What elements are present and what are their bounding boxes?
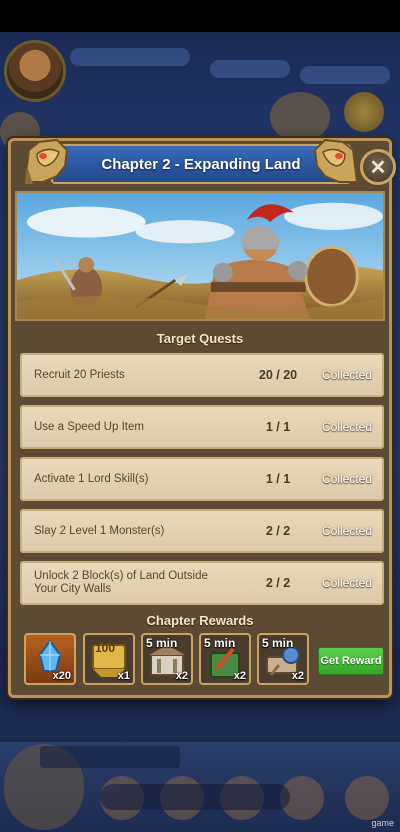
reward-label: 5 min — [204, 636, 236, 650]
close-icon: ✕ — [369, 156, 387, 179]
corner-tag: game — [371, 818, 394, 828]
get-reward-button[interactable]: Get Reward — [318, 647, 384, 675]
quest-row: Unlock 2 Block(s) of Land Outside Your C… — [20, 561, 384, 605]
lion-crest-icon — [313, 138, 359, 183]
reward-item[interactable]: 100 x1 — [83, 633, 135, 685]
quest-progress: 1 / 1 — [265, 420, 291, 434]
reward-count: x2 — [233, 670, 246, 682]
quest-row: Recruit 20 Priests 20 / 20 Collected — [20, 353, 384, 397]
quest-name: Unlock 2 Block(s) of Land Outside Your C… — [34, 570, 208, 595]
coin-icon — [344, 92, 384, 132]
chapter-dialog: Chapter 2 - Expanding Land ✕ Target Ques… — [8, 138, 396, 698]
title-banner: Chapter 2 - Expanding Land — [51, 144, 351, 184]
lion-crest-icon — [23, 138, 69, 184]
reward-label: 100 — [95, 641, 116, 655]
quest-status: Collected — [321, 524, 373, 538]
quest-row: Use a Speed Up Item 1 / 1 Collected — [20, 405, 384, 449]
reward-item[interactable]: x20 — [24, 633, 76, 685]
rewards-heading: Chapter Rewards — [146, 613, 254, 628]
reward-item[interactable]: 5 min x2 — [141, 633, 193, 685]
quest-name: Slay 2 Level 1 Monster(s) — [34, 524, 165, 537]
quest-status: Collected — [321, 576, 373, 590]
quest-status: Collected — [321, 420, 373, 434]
quest-row: Activate 1 Lord Skill(s) 1 / 1 Collected — [20, 457, 384, 501]
quest-progress: 1 / 1 — [265, 472, 291, 486]
reward-label: 5 min — [262, 636, 294, 650]
quest-progress: 2 / 2 — [265, 524, 291, 538]
player-avatar — [4, 40, 66, 102]
quest-name: Use a Speed Up Item — [34, 420, 144, 433]
dock-button — [345, 776, 389, 820]
reward-item[interactable]: 5 min x2 — [199, 633, 251, 685]
quest-name: Recruit 20 Priests — [34, 368, 125, 381]
hud-bar-top-right — [210, 60, 290, 78]
reward-count: x1 — [117, 670, 130, 682]
reward-count: x20 — [52, 670, 71, 682]
quest-progress: 20 / 20 — [258, 368, 298, 382]
chapter-artwork — [15, 191, 385, 321]
hud-bar-resource — [300, 66, 390, 84]
bg-decoration — [270, 92, 330, 142]
quest-name: Activate 1 Lord Skill(s) — [34, 472, 149, 485]
reward-item[interactable]: 5 min x2 — [257, 633, 309, 685]
quest-status: Collected — [321, 472, 373, 486]
quests-heading: Target Quests — [156, 331, 244, 346]
quest-status: Collected — [321, 368, 373, 382]
reward-count: x2 — [175, 670, 188, 682]
close-button[interactable]: ✕ — [360, 149, 396, 185]
quest-tip — [40, 746, 180, 768]
chat-bar — [100, 784, 290, 810]
quest-row: Slay 2 Level 1 Monster(s) 2 / 2 Collecte… — [20, 509, 384, 553]
hud-bar-top — [70, 48, 190, 66]
reward-label: 5 min — [146, 636, 178, 650]
dialog-title: Chapter 2 - Expanding Land — [101, 155, 301, 173]
reward-count: x2 — [291, 670, 304, 682]
quest-progress: 2 / 2 — [265, 576, 291, 590]
